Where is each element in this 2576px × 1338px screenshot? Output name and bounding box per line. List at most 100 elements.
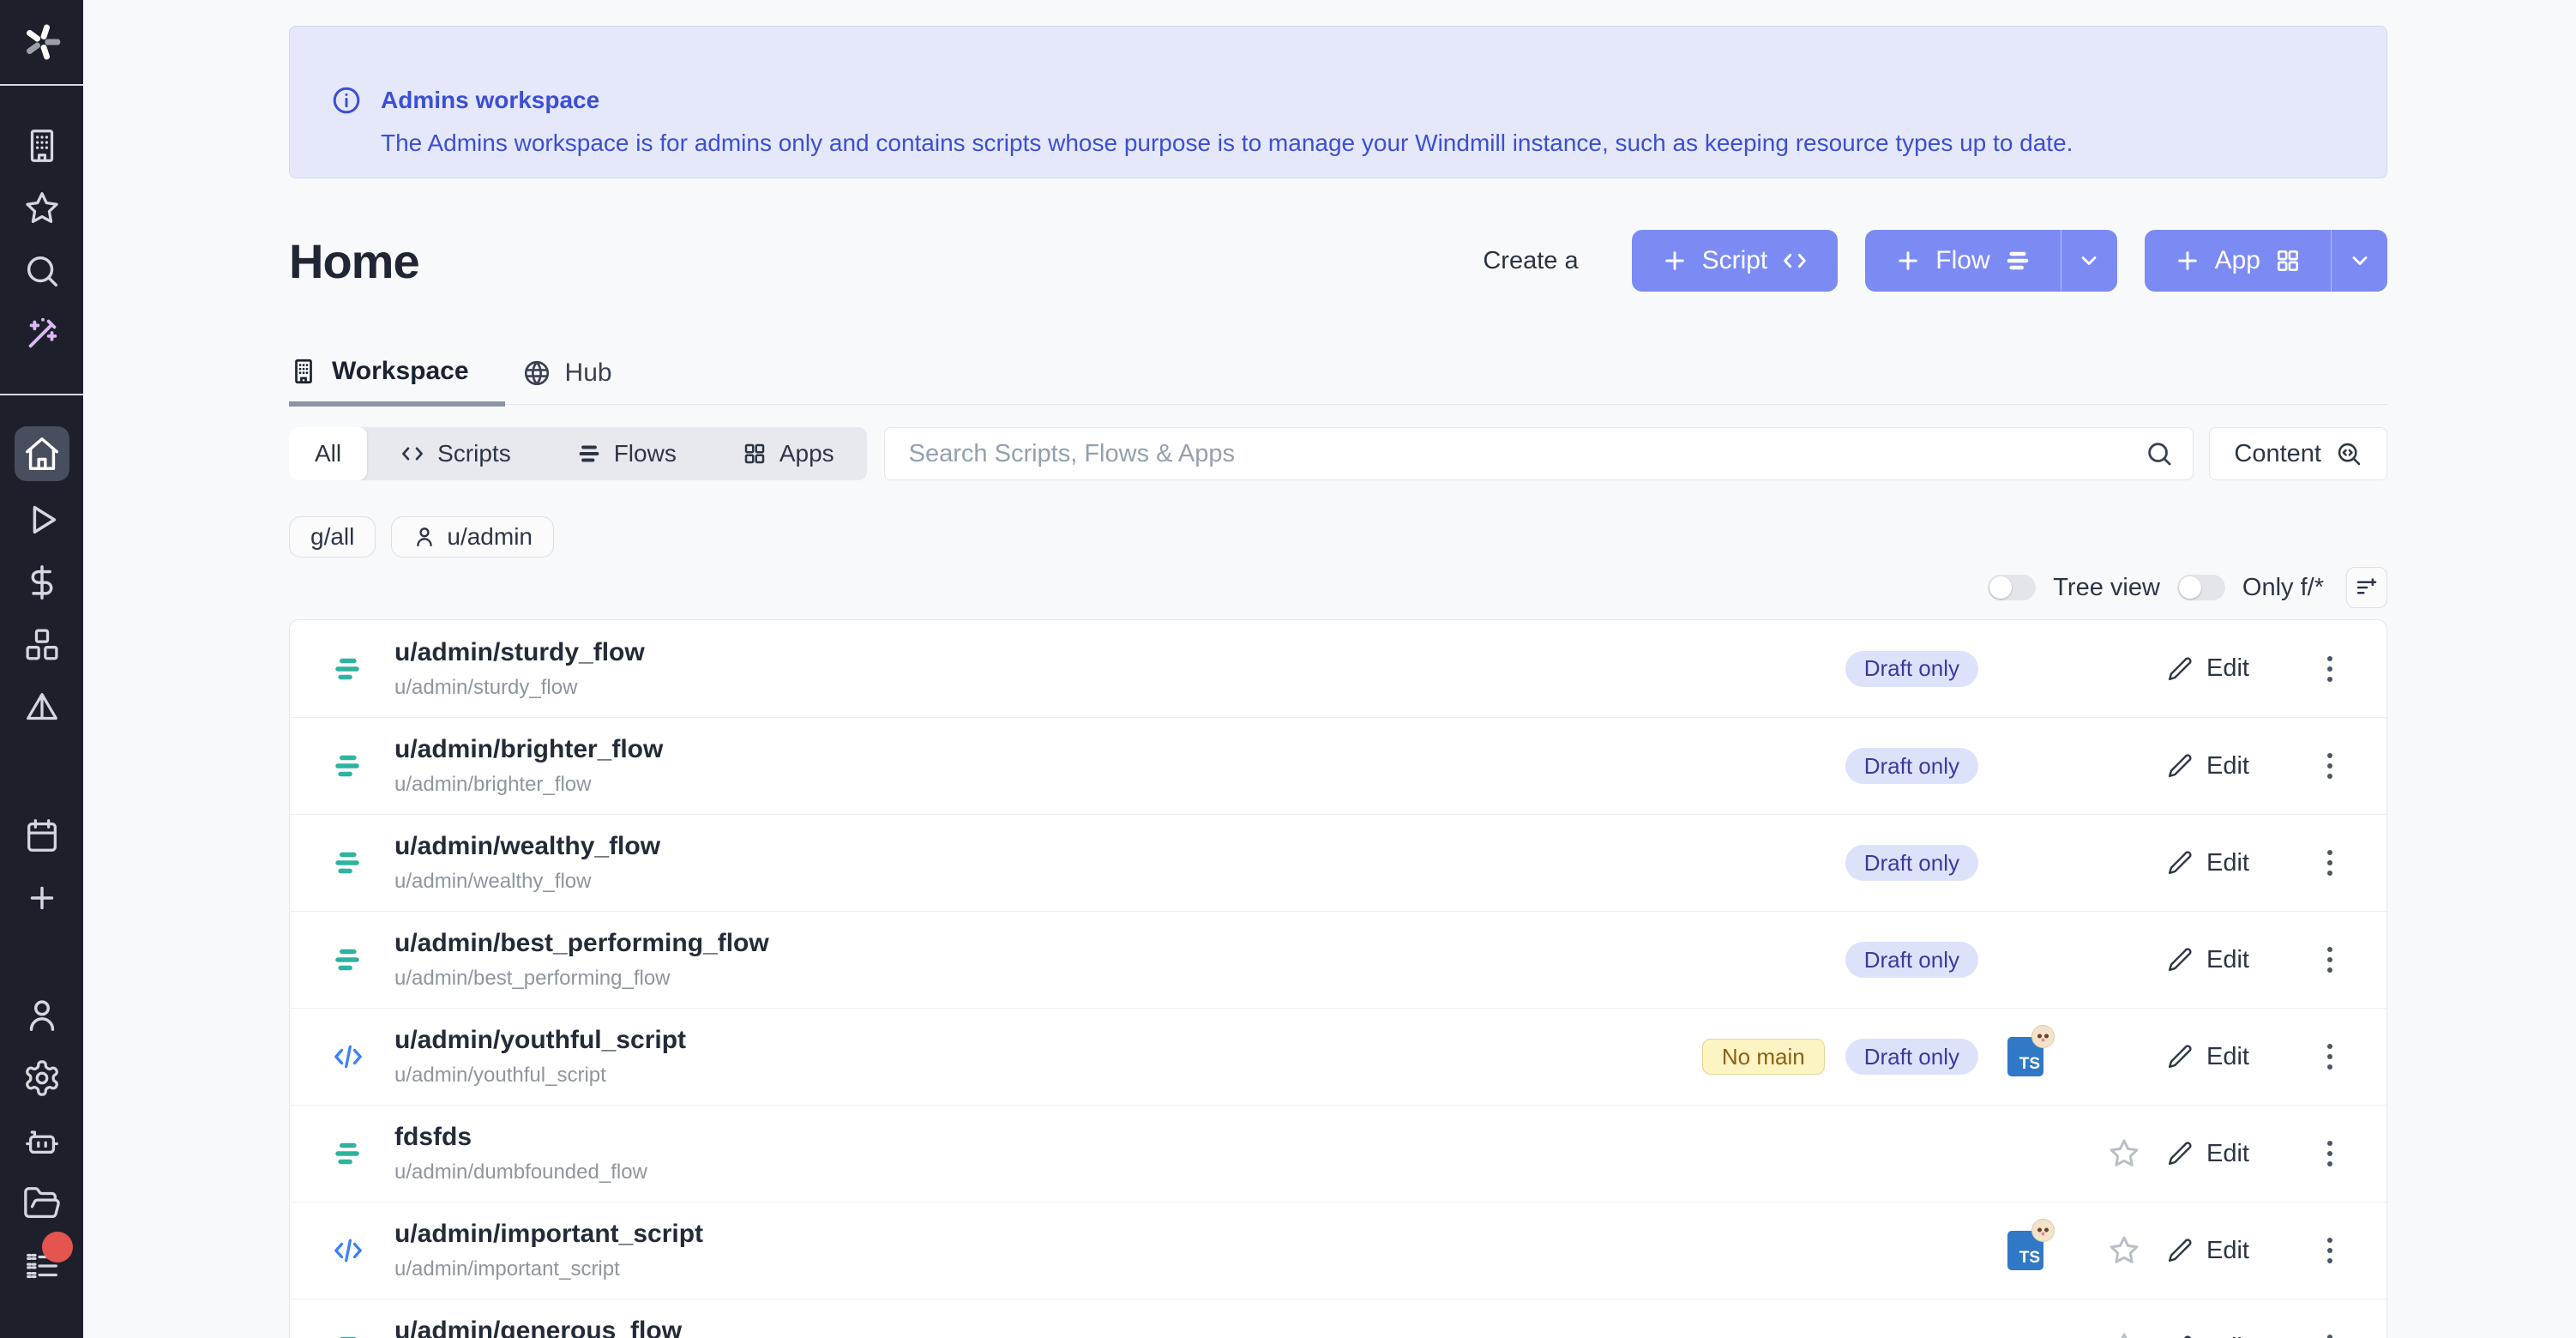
info-icon <box>331 85 362 116</box>
create-flow-label: Flow <box>1935 246 1989 275</box>
owner-tags-row: g/all u/admin <box>289 516 2387 558</box>
app-dropdown-caret[interactable] <box>2331 230 2387 292</box>
create-script-button[interactable]: Script <box>1632 230 1839 292</box>
search-code-icon <box>2335 440 2362 467</box>
flow-dropdown-caret[interactable] <box>2061 230 2117 292</box>
flow-icon <box>331 943 369 976</box>
star-icon[interactable] <box>2107 1136 2141 1171</box>
tab-workspace[interactable]: Workspace <box>289 357 505 407</box>
search-icon[interactable] <box>2145 439 2174 468</box>
filter-scripts[interactable]: Scripts <box>367 427 544 480</box>
star-icon[interactable] <box>18 184 66 232</box>
row-text: u/admin/youthful_script u/admin/youthful… <box>394 1026 1721 1088</box>
edit-label: Edit <box>2206 1043 2249 1071</box>
filter-all[interactable]: All <box>289 427 367 480</box>
pyramid-icon[interactable] <box>18 684 66 732</box>
create-app-button[interactable]: App <box>2145 230 2387 292</box>
draft-only-badge: Draft only <box>1845 942 1978 978</box>
user-icon[interactable] <box>18 991 66 1040</box>
favorite-slot <box>2081 652 2167 686</box>
tag-u-admin-label: u/admin <box>447 523 533 551</box>
flow-icon <box>331 847 369 879</box>
windmill-logo[interactable] <box>0 0 83 86</box>
code-icon <box>400 441 425 467</box>
kebab-menu[interactable] <box>2313 656 2347 682</box>
edit-button[interactable]: Edit <box>2167 849 2313 877</box>
table-row[interactable]: u/admin/best_performing_flow u/admin/bes… <box>290 911 2386 1008</box>
pencil-icon <box>2167 753 2193 779</box>
language-slot: TS <box>1978 649 2081 689</box>
only-f-label: Only f/* <box>2242 574 2324 602</box>
kebab-menu[interactable] <box>2313 1335 2347 1338</box>
row-text: u/admin/best_performing_flow u/admin/bes… <box>394 929 1721 991</box>
dollar-icon[interactable] <box>18 558 66 606</box>
boxes-icon[interactable] <box>18 621 66 669</box>
item-path: u/admin/sturdy_flow <box>394 676 1721 700</box>
row-text: fdsfds u/admin/dumbfounded_flow <box>394 1123 1721 1184</box>
tree-view-toggle[interactable] <box>1988 575 2036 600</box>
create-flow-button[interactable]: Flow <box>1865 230 2116 292</box>
home-icon[interactable] <box>15 426 69 481</box>
building-icon[interactable] <box>18 122 66 170</box>
search-icon[interactable] <box>18 247 66 295</box>
table-row[interactable]: fdsfds u/admin/dumbfounded_flow TS Edit <box>290 1105 2386 1202</box>
table-row[interactable]: u/admin/brighter_flow u/admin/brighter_f… <box>290 717 2386 814</box>
favorite-slot <box>2081 749 2167 783</box>
tag-g-all-label: g/all <box>310 523 354 551</box>
edit-button[interactable]: Edit <box>2167 1043 2313 1071</box>
kebab-menu[interactable] <box>2313 1044 2347 1070</box>
robot-icon[interactable] <box>18 1117 66 1165</box>
kebab-menu[interactable] <box>2313 1238 2347 1263</box>
item-title: u/admin/important_script <box>394 1220 1721 1249</box>
edit-button[interactable]: Edit <box>2167 654 2313 683</box>
edit-button[interactable]: Edit <box>2167 1237 2313 1265</box>
table-row[interactable]: u/admin/sturdy_flow u/admin/sturdy_flow … <box>290 620 2386 717</box>
edit-button[interactable]: Edit <box>2167 1140 2313 1168</box>
edit-label: Edit <box>2206 1140 2249 1168</box>
edit-button[interactable]: Edit <box>2167 946 2313 974</box>
table-row[interactable]: u/admin/wealthy_flow u/admin/wealthy_flo… <box>290 814 2386 911</box>
tag-u-admin[interactable]: u/admin <box>391 516 554 558</box>
star-icon[interactable] <box>2107 1233 2141 1268</box>
filter-scripts-label: Scripts <box>437 440 511 467</box>
only-f-toggle[interactable] <box>2177 575 2225 600</box>
ts-label: TS <box>2019 1249 2040 1268</box>
tag-g-all[interactable]: g/all <box>289 516 376 558</box>
wand-sparkles-icon[interactable] <box>18 310 66 358</box>
banner-title: Admins workspace <box>381 87 2073 114</box>
table-row[interactable]: u/admin/important_script u/admin/importa… <box>290 1202 2386 1299</box>
pencil-icon <box>2167 656 2193 682</box>
edit-label: Edit <box>2206 752 2249 780</box>
kebab-menu[interactable] <box>2313 947 2347 973</box>
favorite-slot <box>2081 1040 2167 1074</box>
item-title: u/admin/youthful_script <box>394 1026 1721 1055</box>
table-row[interactable]: u/admin/youthful_script u/admin/youthful… <box>290 1008 2386 1105</box>
notification-dot <box>42 1232 73 1263</box>
edit-button[interactable]: Edit <box>2167 1334 2313 1338</box>
calendar-icon[interactable] <box>18 811 66 859</box>
filter-apps[interactable]: Apps <box>709 427 867 480</box>
folder-open-icon[interactable] <box>18 1179 66 1227</box>
row-text: u/admin/generous_flow u/admin/generous_f… <box>394 1317 1721 1338</box>
audit-list-icon[interactable] <box>18 1242 66 1290</box>
edit-label: Edit <box>2206 1334 2249 1338</box>
item-path: u/admin/wealthy_flow <box>394 870 1721 894</box>
filter-options-button[interactable] <box>2346 567 2387 608</box>
favorite-slot <box>2081 846 2167 880</box>
star-icon[interactable] <box>2107 1330 2141 1338</box>
content-search-button[interactable]: Content <box>2209 427 2387 480</box>
plus-icon[interactable] <box>18 874 66 922</box>
edit-button[interactable]: Edit <box>2167 752 2313 780</box>
gear-icon[interactable] <box>18 1054 66 1102</box>
kebab-menu[interactable] <box>2313 753 2347 779</box>
view-options-row: Tree view Only f/* <box>289 568 2387 607</box>
badges: Draft only <box>1721 651 1978 687</box>
table-row[interactable]: u/admin/generous_flow u/admin/generous_f… <box>290 1299 2386 1338</box>
search-input[interactable] <box>909 440 2146 468</box>
plus-icon <box>2174 247 2201 274</box>
kebab-menu[interactable] <box>2313 1141 2347 1166</box>
kebab-menu[interactable] <box>2313 850 2347 876</box>
filter-flows[interactable]: Flows <box>544 427 709 480</box>
tab-hub[interactable]: Hub <box>522 357 648 404</box>
play-icon[interactable] <box>18 496 66 544</box>
